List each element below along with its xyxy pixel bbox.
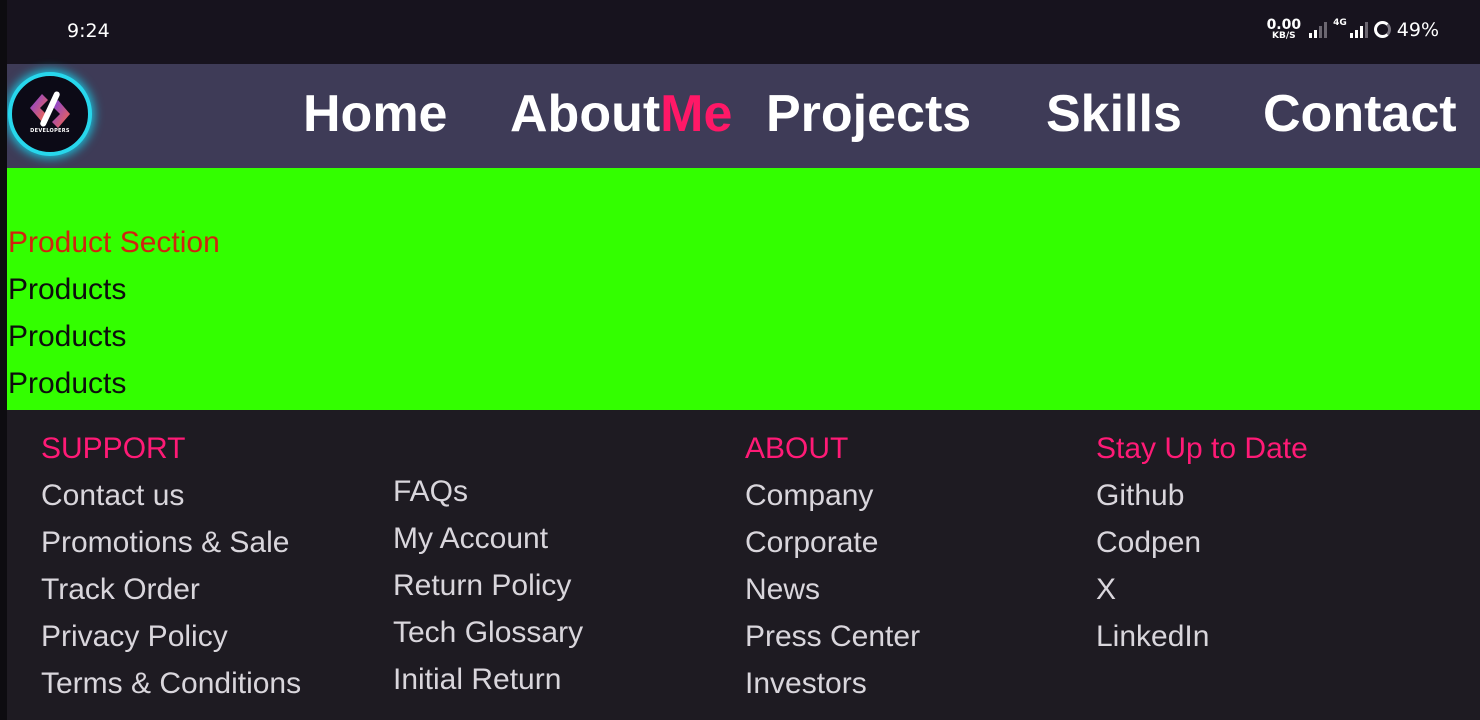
- nav-about-label: About: [510, 85, 661, 143]
- network-speed-unit: KB/S: [1272, 31, 1296, 41]
- footer-about-heading: ABOUT: [745, 432, 849, 465]
- footer-link-promotions[interactable]: Promotions & Sale: [41, 519, 301, 566]
- footer-link-track-order[interactable]: Track Order: [41, 566, 301, 613]
- footer-link-company[interactable]: Company: [745, 472, 920, 519]
- footer-link-contact-us[interactable]: Contact us: [41, 472, 301, 519]
- battery-percent: 49%: [1396, 18, 1439, 41]
- footer-link-initial-return[interactable]: Initial Return: [393, 656, 583, 703]
- footer-link-privacy-policy[interactable]: Privacy Policy: [41, 613, 301, 660]
- nav-skills-link[interactable]: Skills: [1046, 82, 1182, 146]
- app-screen: 9:24 0.00 KB/S 4G 49% DEVELOPERS Home Ab…: [0, 0, 1480, 720]
- footer-support-column: SUPPORT Contact us Promotions & Sale Tra…: [41, 425, 301, 707]
- footer: SUPPORT Contact us Promotions & Sale Tra…: [7, 410, 1480, 720]
- footer-link-github[interactable]: Github: [1096, 472, 1308, 519]
- footer-link-corporate[interactable]: Corporate: [745, 519, 920, 566]
- logo-icon[interactable]: DEVELOPERS: [8, 72, 92, 156]
- footer-social-heading: Stay Up to Date: [1096, 432, 1308, 465]
- product-section: Product Section Products Products Produc…: [7, 168, 1480, 410]
- status-indicators: 0.00 KB/S 4G 49%: [1267, 18, 1439, 41]
- nav-home-link[interactable]: Home: [303, 82, 447, 146]
- logo-text: DEVELOPERS: [30, 128, 70, 134]
- network-speed: 0.00 KB/S: [1267, 18, 1302, 41]
- screen-edge: [0, 0, 7, 720]
- nav-contact-link[interactable]: Contact: [1263, 82, 1457, 146]
- footer-link-investors[interactable]: Investors: [745, 660, 920, 707]
- status-time: 9:24: [67, 20, 110, 42]
- footer-link-terms[interactable]: Terms & Conditions: [41, 660, 301, 707]
- nav-about-link[interactable]: AboutMe: [510, 82, 732, 146]
- footer-link-linkedin[interactable]: LinkedIn: [1096, 613, 1308, 660]
- product-item[interactable]: Products: [8, 273, 126, 307]
- footer-link-return-policy[interactable]: Return Policy: [393, 562, 583, 609]
- footer-about-column: ABOUT Company Corporate News Press Cente…: [745, 425, 920, 707]
- cell-signal-icon: [1349, 21, 1368, 38]
- battery-icon: [1373, 21, 1391, 38]
- product-item[interactable]: Products: [8, 320, 126, 354]
- navbar: DEVELOPERS Home AboutMe Projects Skills …: [7, 64, 1480, 168]
- footer-link-my-account[interactable]: My Account: [393, 515, 583, 562]
- footer-link-faqs[interactable]: FAQs: [393, 468, 583, 515]
- network-speed-value: 0.00: [1266, 17, 1302, 33]
- footer-link-codpen[interactable]: Codpen: [1096, 519, 1308, 566]
- footer-support-heading: SUPPORT: [41, 432, 186, 465]
- nav-projects-link[interactable]: Projects: [766, 82, 971, 146]
- product-item[interactable]: Products: [8, 367, 126, 401]
- footer-link-press-center[interactable]: Press Center: [745, 613, 920, 660]
- nav-about-accent: Me: [660, 85, 733, 143]
- footer-link-x[interactable]: X: [1096, 566, 1308, 613]
- status-bar: 9:24 0.00 KB/S 4G 49%: [0, 0, 1480, 64]
- footer-link-news[interactable]: News: [745, 566, 920, 613]
- product-section-title: Product Section: [8, 226, 220, 259]
- footer-link-tech-glossary[interactable]: Tech Glossary: [393, 609, 583, 656]
- network-type-label: 4G: [1333, 17, 1347, 28]
- footer-social-column: Stay Up to Date Github Codpen X LinkedIn: [1096, 425, 1308, 660]
- footer-help-column: FAQs My Account Return Policy Tech Gloss…: [393, 468, 583, 703]
- wifi-signal-icon: [1309, 21, 1328, 38]
